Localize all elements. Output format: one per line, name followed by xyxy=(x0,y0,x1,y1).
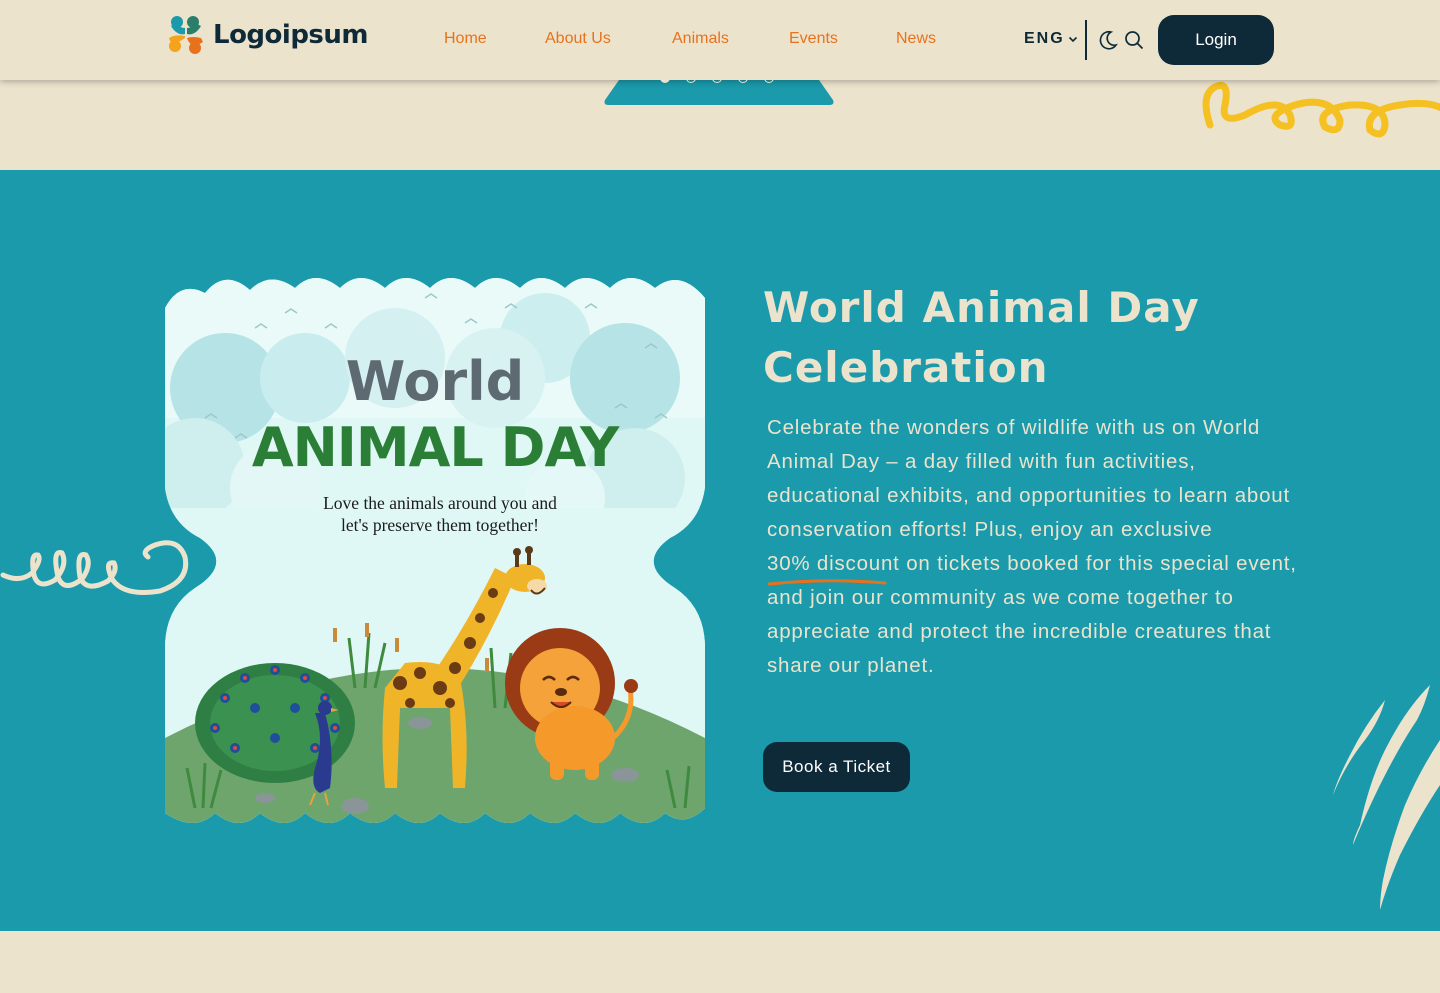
chevron-down-icon xyxy=(1068,36,1077,43)
logo-mark-icon xyxy=(169,16,203,54)
nav-news[interactable]: News xyxy=(896,30,936,48)
underline-decoration-icon xyxy=(767,579,887,586)
nav-home[interactable]: Home xyxy=(444,30,487,48)
poster-subtitle: Love the animals around you and let's pr… xyxy=(295,492,585,536)
language-selector[interactable]: ENG xyxy=(1024,30,1078,48)
slider-dots xyxy=(660,73,774,83)
logo[interactable]: Logoipsum xyxy=(167,14,369,56)
event-description-intro: Celebrate the wonders of wildlife with u… xyxy=(767,416,1291,541)
slider-dot[interactable] xyxy=(738,73,748,83)
discount-text: 30% discount xyxy=(767,552,900,575)
claw-marks-icon xyxy=(1333,685,1440,910)
event-poster: World ANIMAL DAY Love the animals around… xyxy=(165,268,705,832)
event-section: World ANIMAL DAY Love the animals around… xyxy=(0,170,1440,931)
event-description: Celebrate the wonders of wildlife with u… xyxy=(767,411,1297,683)
slider-dot[interactable] xyxy=(764,73,774,83)
language-label: ENG xyxy=(1024,30,1065,47)
login-button[interactable]: Login xyxy=(1158,15,1274,65)
search-icon[interactable] xyxy=(1122,28,1146,52)
nav-about-us[interactable]: About Us xyxy=(545,30,611,48)
discount-highlight: 30% discount xyxy=(767,547,900,586)
event-title: World Animal Day Celebration xyxy=(763,283,1200,392)
moon-icon[interactable] xyxy=(1096,28,1120,52)
nav-events[interactable]: Events xyxy=(789,30,838,48)
poster-title-line2: ANIMAL DAY xyxy=(251,416,619,479)
book-ticket-button[interactable]: Book a Ticket xyxy=(763,742,910,792)
squiggle-decoration-icon xyxy=(1202,82,1440,138)
poster-subtitle-line2: let's preserve them together! xyxy=(340,515,539,535)
nav-animals[interactable]: Animals xyxy=(672,30,729,48)
header-divider xyxy=(1085,20,1087,60)
slider-dot[interactable] xyxy=(660,73,670,83)
logo-text: Logoipsum xyxy=(213,20,369,50)
poster-title-line1: World xyxy=(345,350,525,413)
site-header: Logoipsum Home About Us Animals Events N… xyxy=(0,0,1440,80)
slider-dot[interactable] xyxy=(712,73,722,83)
slider-dot[interactable] xyxy=(686,73,696,83)
poster-subtitle-line1: Love the animals around you and xyxy=(323,493,557,513)
